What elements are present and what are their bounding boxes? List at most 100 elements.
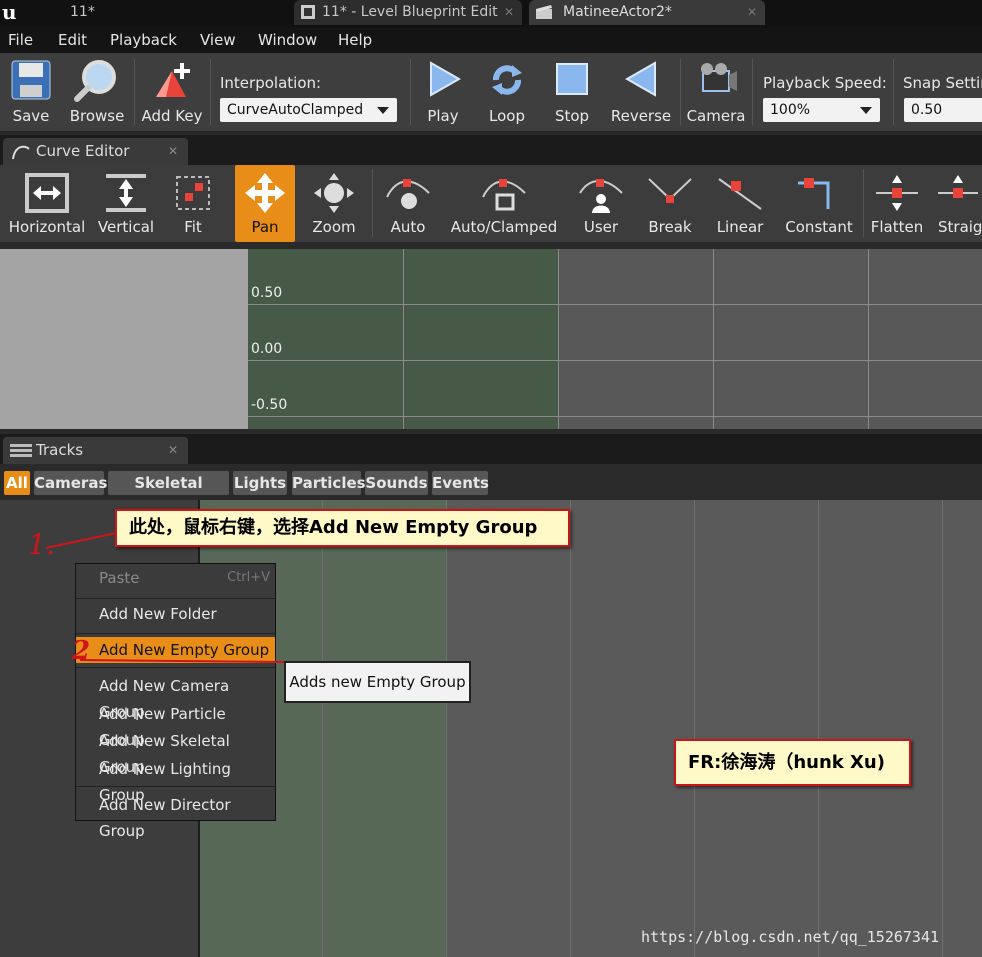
close-icon[interactable]: ✕	[504, 0, 514, 25]
menu-window[interactable]: Window	[258, 27, 317, 53]
curve-horizontal-button[interactable]: Horizontal	[6, 165, 88, 242]
flatten-icon	[876, 175, 918, 211]
window-tab-matinee[interactable]: MatineeActor2* ✕	[529, 0, 765, 25]
playback-speed-select[interactable]: 100%	[763, 98, 880, 122]
filter-all-button[interactable]: All	[4, 471, 30, 495]
filter-particles-button[interactable]: Particles	[292, 471, 366, 495]
filter-events-button[interactable]: Events	[432, 471, 489, 495]
menu-item-add-new-particle-group[interactable]: Add New Particle Group	[76, 701, 275, 749]
menu-bar: File Edit Playback View Window Help	[0, 27, 982, 53]
track-timeline[interactable]	[200, 500, 982, 957]
menu-file[interactable]: File	[8, 27, 33, 53]
curve-flatten-button[interactable]: Flatten	[868, 165, 926, 242]
menu-item-add-new-skeletal-group[interactable]: Add New Skeletal Group	[76, 728, 275, 776]
chevron-down-icon	[860, 107, 872, 114]
tracks-tab-strip: Tracks ✕	[0, 434, 982, 464]
zoom-icon	[314, 173, 354, 213]
window-tab-label: 11*	[70, 4, 95, 20]
play-button[interactable]: Play	[416, 53, 470, 131]
window-tab-label: 11* - Level Blueprint Edit	[322, 4, 498, 20]
menu-item-add-new-lighting-group[interactable]: Add New Lighting Group	[76, 756, 275, 804]
snap-setting-select[interactable]: 0.50	[904, 98, 982, 122]
menu-playback[interactable]: Playback	[110, 27, 177, 53]
fit-vertical-icon	[106, 174, 146, 212]
window-tab-level-blueprint[interactable]: 11* - Level Blueprint Edit ✕	[294, 0, 522, 25]
annotation-mark-1: 1.	[28, 528, 55, 561]
constant-tangent-icon	[798, 178, 830, 209]
save-icon	[11, 60, 51, 100]
reverse-button[interactable]: Reverse	[608, 53, 674, 131]
annotation-note: 此处，鼠标右键，选择Add New Empty Group	[115, 509, 570, 547]
unreal-logo-icon: u	[2, 0, 17, 24]
close-icon[interactable]: ✕	[168, 437, 178, 464]
curve-user-button[interactable]: User	[572, 165, 630, 242]
fit-horizontal-icon	[25, 173, 69, 213]
main-toolbar: Save Browse Add Key Interpolation: Curve…	[0, 53, 982, 132]
save-button[interactable]: Save	[4, 53, 58, 131]
tracks-icon	[10, 444, 32, 457]
filter-skeletal-meshes-button[interactable]: Skeletal Meshes	[108, 471, 229, 516]
window-tab-label: MatineeActor2*	[563, 4, 672, 20]
close-icon[interactable]: ✕	[747, 0, 757, 25]
curve-pan-button[interactable]: Pan	[235, 165, 295, 242]
reverse-icon	[624, 61, 656, 97]
curve-break-button[interactable]: Break	[640, 165, 700, 242]
curve-zoom-button[interactable]: Zoom	[304, 165, 364, 242]
user-tangent-icon	[579, 179, 623, 213]
filter-lights-button[interactable]: Lights	[233, 471, 287, 495]
browse-button[interactable]: Browse	[66, 53, 128, 131]
blueprint-icon	[301, 5, 315, 19]
curve-fit-button[interactable]: Fit	[164, 165, 222, 242]
add-key-button[interactable]: Add Key	[140, 53, 204, 131]
curve-straighten-button[interactable]: Straigh	[934, 165, 982, 242]
watermark: https://blog.csdn.net/qq_15267341	[641, 928, 940, 946]
menu-item-add-new-director-group[interactable]: Add New Director Group	[76, 792, 275, 840]
pan-arrows-icon	[245, 173, 285, 213]
filter-cameras-button[interactable]: Cameras	[34, 471, 107, 495]
loop-button[interactable]: Loop	[478, 53, 536, 131]
curve-icon	[12, 145, 30, 160]
linear-tangent-icon	[718, 178, 762, 210]
interpolation-select[interactable]: CurveAutoClamped	[220, 98, 397, 122]
curve-auto-clamped-button[interactable]: Auto/Clamped	[448, 165, 560, 242]
magnifier-icon	[74, 60, 116, 102]
window-tab-bar: u 11* 11* - Level Blueprint Edit ✕ Matin…	[0, 0, 982, 27]
close-icon[interactable]: ✕	[168, 138, 178, 165]
curve-graph[interactable]: 0.50 0.00 -0.50	[248, 249, 982, 429]
matinee-clapper-icon	[536, 5, 552, 19]
curve-auto-button[interactable]: Auto	[380, 165, 436, 242]
menu-edit[interactable]: Edit	[58, 27, 87, 53]
camera-icon	[701, 63, 737, 92]
window-tab-level[interactable]: 11*	[60, 0, 280, 25]
fit-icon	[176, 176, 210, 210]
snap-settings-label: Snap Settin	[903, 74, 982, 92]
author-credit-note: FR:徐海涛（hunk Xu)	[674, 739, 911, 786]
tab-curve-editor[interactable]: Curve Editor ✕	[3, 138, 188, 165]
stop-icon	[556, 63, 588, 95]
curve-editor-tab-strip: Curve Editor ✕	[0, 135, 982, 165]
curve-constant-button[interactable]: Constant	[780, 165, 858, 242]
playback-speed-label: Playback Speed:	[763, 74, 887, 92]
chevron-down-icon	[377, 107, 389, 114]
camera-button[interactable]: Camera	[686, 53, 746, 131]
auto-clamped-icon	[482, 179, 526, 211]
loop-icon	[492, 65, 522, 95]
curve-axis-label: 0.50	[251, 285, 283, 301]
tab-tracks[interactable]: Tracks ✕	[3, 437, 188, 464]
menu-help[interactable]: Help	[338, 27, 372, 53]
curve-axis-label: 0.00	[251, 341, 283, 357]
add-key-icon	[156, 63, 190, 97]
curve-linear-button[interactable]: Linear	[710, 165, 770, 242]
filter-sounds-button[interactable]: Sounds	[365, 471, 428, 495]
tooltip: Adds new Empty Group	[284, 661, 471, 703]
play-icon	[430, 61, 462, 97]
curve-axis-label: -0.50	[251, 397, 288, 413]
annotation-mark-2: 2	[72, 636, 91, 666]
curve-vertical-button[interactable]: Vertical	[94, 165, 158, 242]
tracks-filter-bar: All Cameras Skeletal Meshes Lights Parti…	[0, 465, 982, 516]
curve-label-panel	[0, 249, 248, 429]
stop-button[interactable]: Stop	[544, 53, 600, 131]
menu-view[interactable]: View	[200, 27, 236, 53]
straighten-icon	[938, 175, 978, 198]
interpolation-label: Interpolation:	[220, 74, 322, 92]
